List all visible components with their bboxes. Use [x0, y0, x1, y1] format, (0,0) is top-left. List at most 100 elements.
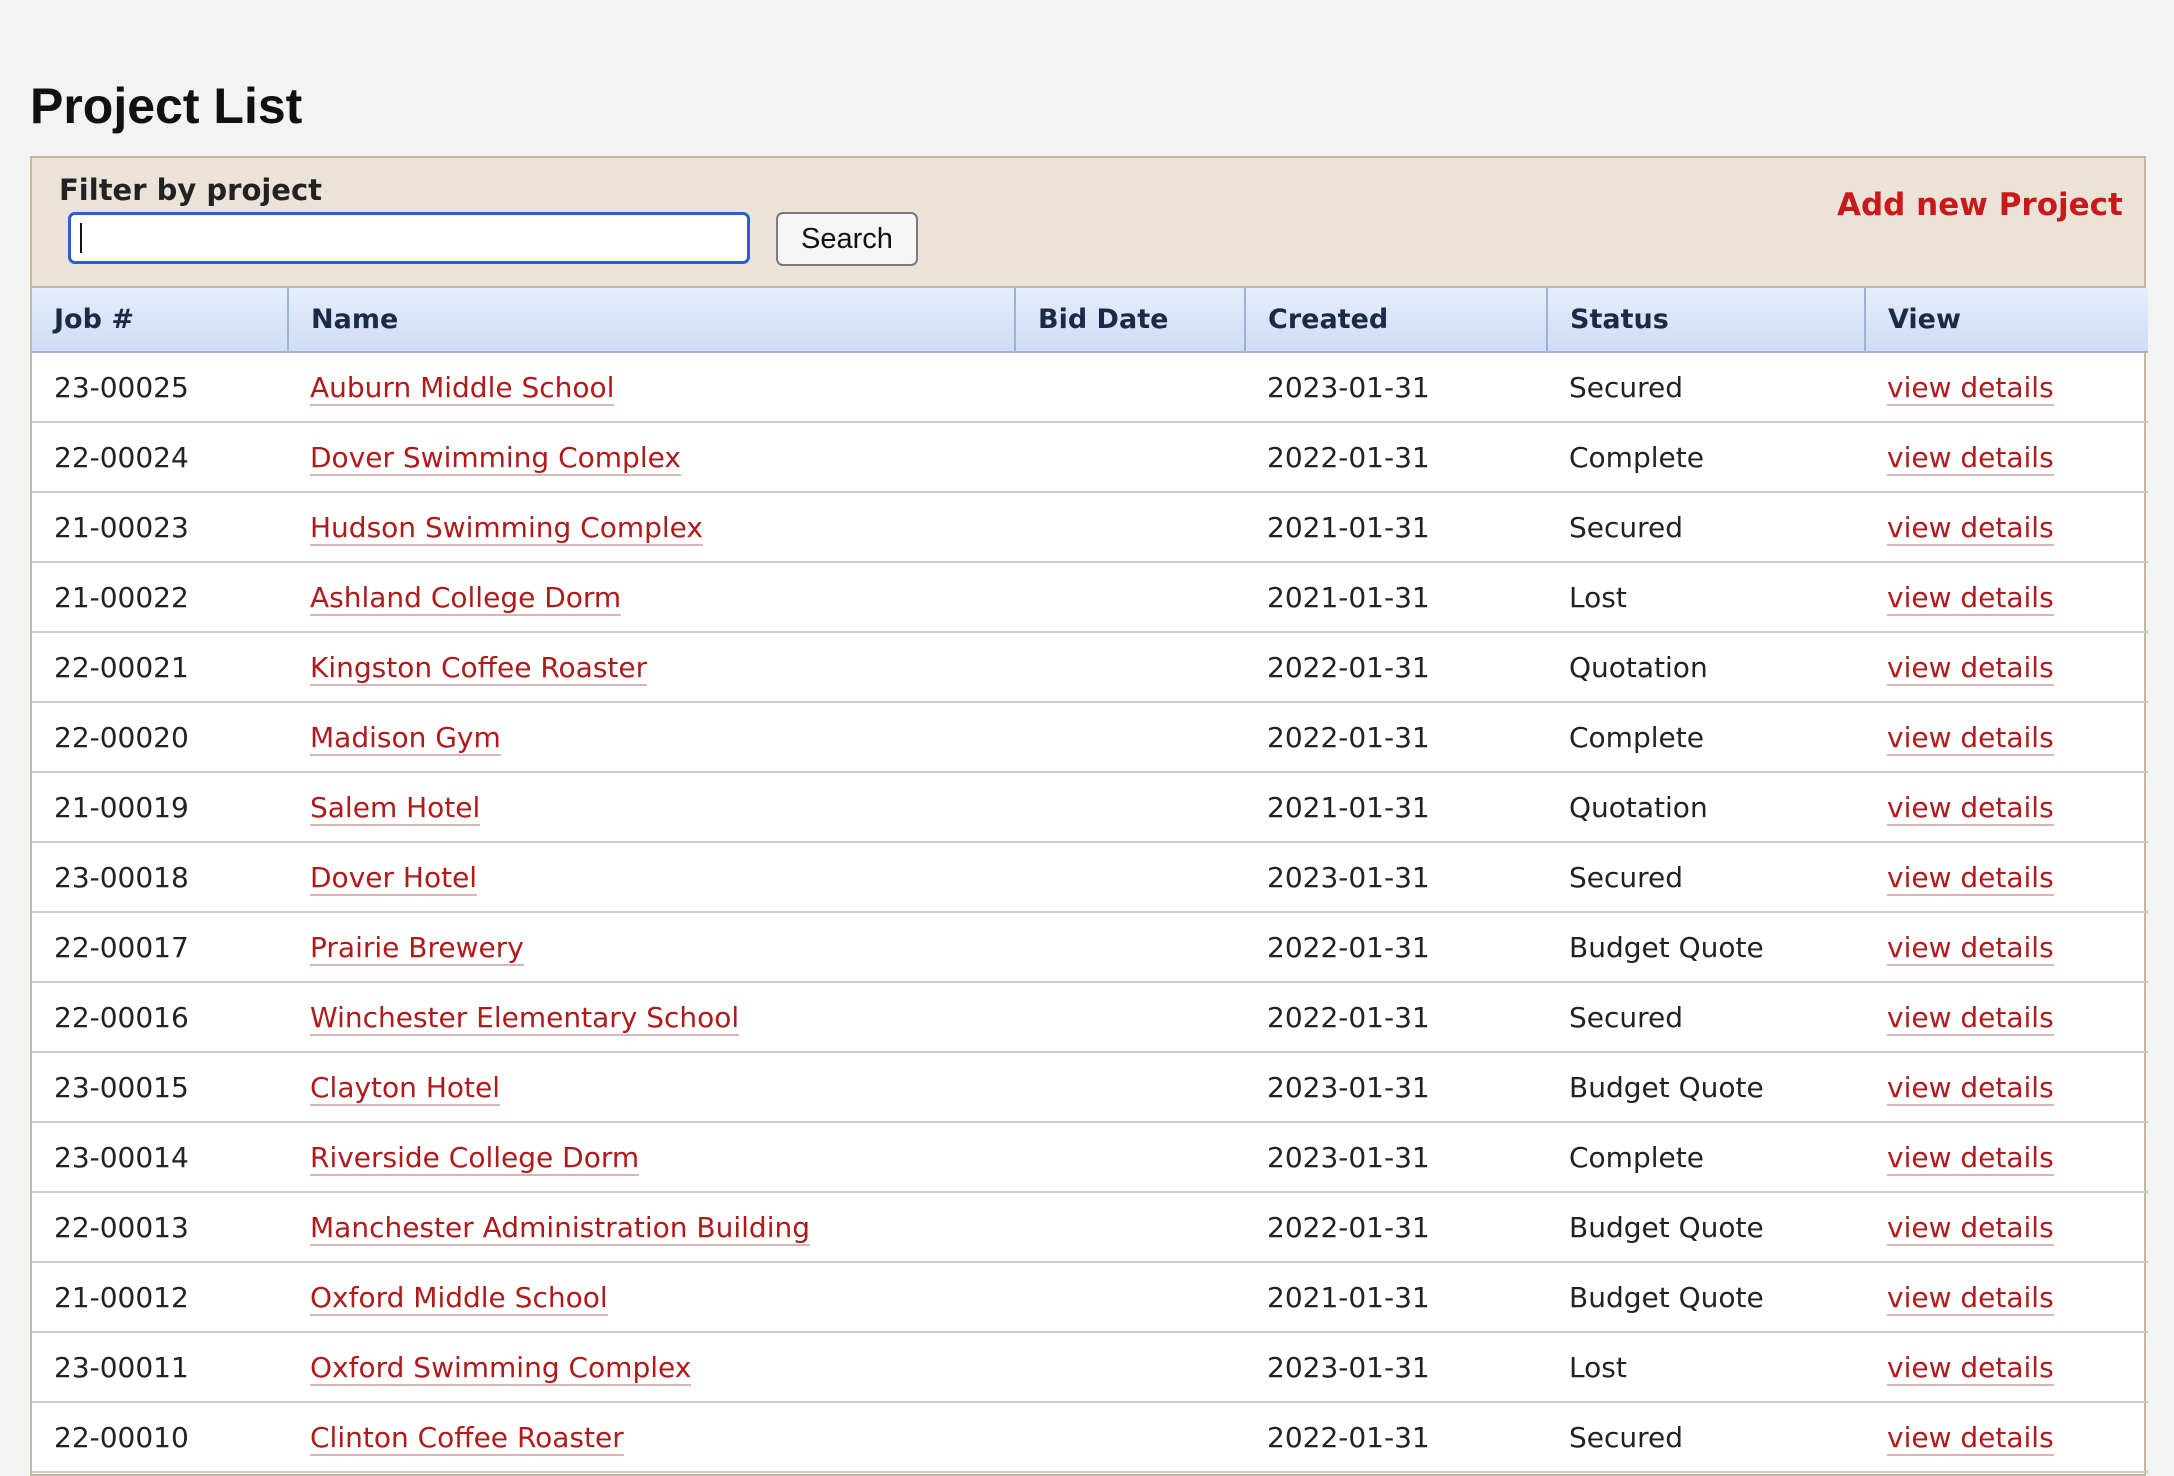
view-details-link[interactable]: view details: [1887, 580, 2054, 616]
view-details-link[interactable]: view details: [1887, 1350, 2054, 1386]
bid-date-cell: [1015, 1052, 1245, 1123]
view-details-link[interactable]: view details: [1887, 720, 2054, 756]
created-date-cell: 2022-01-31: [1245, 632, 1547, 703]
column-header-view[interactable]: View: [1864, 288, 2148, 353]
view-cell: view details: [1865, 772, 2148, 843]
bid-date-cell: [1015, 1332, 1245, 1403]
project-name-link[interactable]: Dover Swimming Complex: [310, 440, 681, 476]
table-row: 22-00016 Winchester Elementary School 2022…: [32, 982, 2148, 1053]
created-date-cell: 2022-01-31: [1245, 1402, 1547, 1473]
created-date-cell: 2021-01-31: [1245, 492, 1547, 563]
bid-date-cell: [1015, 702, 1245, 773]
job-number-cell: 22-00024: [32, 422, 288, 493]
table-row: 22-00020 Madison Gym 2022-01-31 Complete vie…: [32, 702, 2148, 773]
project-name-link[interactable]: Auburn Middle School: [310, 370, 615, 406]
column-header-bid-date[interactable]: Bid Date: [1014, 288, 1245, 353]
name-cell: Clayton Hotel: [288, 1052, 1015, 1123]
status-cell: Budget Quote: [1547, 912, 1865, 983]
bid-date-cell: [1015, 422, 1245, 493]
project-name-link[interactable]: Riverside College Dorm: [310, 1140, 640, 1176]
project-name-link[interactable]: Clinton Coffee Roaster: [310, 1420, 624, 1456]
name-cell: Dover Swimming Complex: [288, 422, 1015, 493]
view-cell: view details: [1865, 1262, 2148, 1333]
column-header-name[interactable]: Name: [287, 288, 1015, 353]
view-details-link[interactable]: view details: [1887, 1280, 2054, 1316]
add-new-project-link[interactable]: Add new Project: [1837, 182, 2123, 228]
created-date-cell: 2021-01-31: [1245, 772, 1547, 843]
status-cell: Secured: [1547, 842, 1865, 913]
view-details-link[interactable]: view details: [1887, 930, 2054, 966]
project-name-link[interactable]: Prairie Brewery: [310, 930, 524, 966]
view-details-link[interactable]: view details: [1887, 510, 2054, 546]
status-cell: Lost: [1547, 562, 1865, 633]
view-cell: view details: [1865, 492, 2148, 563]
name-cell: Auburn Middle School: [288, 352, 1015, 423]
status-cell: Budget Quote: [1547, 1262, 1865, 1333]
project-name-link[interactable]: Manchester Administration Building: [310, 1210, 811, 1246]
created-date-cell: 2023-01-31: [1245, 1332, 1547, 1403]
table-row: 22-00021 Kingston Coffee Roaster 2022-01-3…: [32, 632, 2148, 703]
filter-label: Filter by project: [59, 173, 323, 207]
table-row: 23-00014 Riverside College Dorm 2023-01-31…: [32, 1122, 2148, 1193]
view-cell: view details: [1865, 1402, 2148, 1473]
project-name-link[interactable]: Salem Hotel: [310, 790, 481, 826]
view-details-link[interactable]: view details: [1887, 1210, 2054, 1246]
name-cell: Manchester Administration Building: [288, 1192, 1015, 1263]
job-number-cell: 22-00017: [32, 912, 288, 983]
status-cell: Complete: [1547, 702, 1865, 773]
page-title: Project List: [30, 78, 303, 134]
project-name-link[interactable]: Madison Gym: [310, 720, 501, 756]
name-cell: Oxford Middle School: [288, 1262, 1015, 1333]
view-details-link[interactable]: view details: [1887, 860, 2054, 896]
job-number-cell: 22-00013: [32, 1192, 288, 1263]
name-cell: Hudson Swimming Complex: [288, 492, 1015, 563]
name-cell: Riverside College Dorm: [288, 1122, 1015, 1193]
bid-date-cell: [1015, 912, 1245, 983]
project-name-link[interactable]: Oxford Middle School: [310, 1280, 608, 1316]
search-button[interactable]: Search: [776, 212, 918, 266]
project-name-link[interactable]: Kingston Coffee Roaster: [310, 650, 648, 686]
view-details-link[interactable]: view details: [1887, 440, 2054, 476]
text-caret: [80, 223, 82, 253]
view-details-link[interactable]: view details: [1887, 370, 2054, 406]
created-date-cell: 2021-01-31: [1245, 562, 1547, 633]
job-number-cell: 22-00010: [32, 1402, 288, 1473]
project-name-link[interactable]: Hudson Swimming Complex: [310, 510, 703, 546]
filter-input[interactable]: [68, 212, 750, 264]
projects-table: Job # Name Bid Date Created Status View …: [32, 288, 2148, 1473]
created-date-cell: 2022-01-31: [1245, 702, 1547, 773]
project-list-panel: Filter by project Search Add new Project…: [30, 156, 2148, 1476]
view-cell: view details: [1865, 912, 2148, 983]
table-row: 23-00011 Oxford Swimming Complex 2023-01-3…: [32, 1332, 2148, 1403]
project-name-link[interactable]: Dover Hotel: [310, 860, 478, 896]
table-row: 22-00017 Prairie Brewery 2022-01-31 Budget …: [32, 912, 2148, 983]
job-number-cell: 22-00016: [32, 982, 288, 1053]
view-details-link[interactable]: view details: [1887, 1420, 2054, 1456]
view-cell: view details: [1865, 632, 2148, 703]
name-cell: Oxford Swimming Complex: [288, 1332, 1015, 1403]
view-cell: view details: [1865, 352, 2148, 423]
view-cell: view details: [1865, 1332, 2148, 1403]
project-name-link[interactable]: Winchester Elementary School: [310, 1000, 740, 1036]
status-cell: Quotation: [1547, 772, 1865, 843]
column-header-job[interactable]: Job #: [32, 288, 288, 353]
view-details-link[interactable]: view details: [1887, 1000, 2054, 1036]
view-cell: view details: [1865, 702, 2148, 773]
column-header-created[interactable]: Created: [1244, 288, 1547, 353]
status-cell: Complete: [1547, 422, 1865, 493]
view-details-link[interactable]: view details: [1887, 1070, 2054, 1106]
bid-date-cell: [1015, 632, 1245, 703]
bid-date-cell: [1015, 772, 1245, 843]
project-name-link[interactable]: Ashland College Dorm: [310, 580, 622, 616]
created-date-cell: 2023-01-31: [1245, 842, 1547, 913]
created-date-cell: 2022-01-31: [1245, 422, 1547, 493]
job-number-cell: 22-00020: [32, 702, 288, 773]
view-details-link[interactable]: view details: [1887, 650, 2054, 686]
bid-date-cell: [1015, 1192, 1245, 1263]
view-details-link[interactable]: view details: [1887, 1140, 2054, 1176]
column-header-status[interactable]: Status: [1546, 288, 1865, 353]
view-details-link[interactable]: view details: [1887, 790, 2054, 826]
project-name-link[interactable]: Clayton Hotel: [310, 1070, 500, 1106]
name-cell: Madison Gym: [288, 702, 1015, 773]
project-name-link[interactable]: Oxford Swimming Complex: [310, 1350, 692, 1386]
